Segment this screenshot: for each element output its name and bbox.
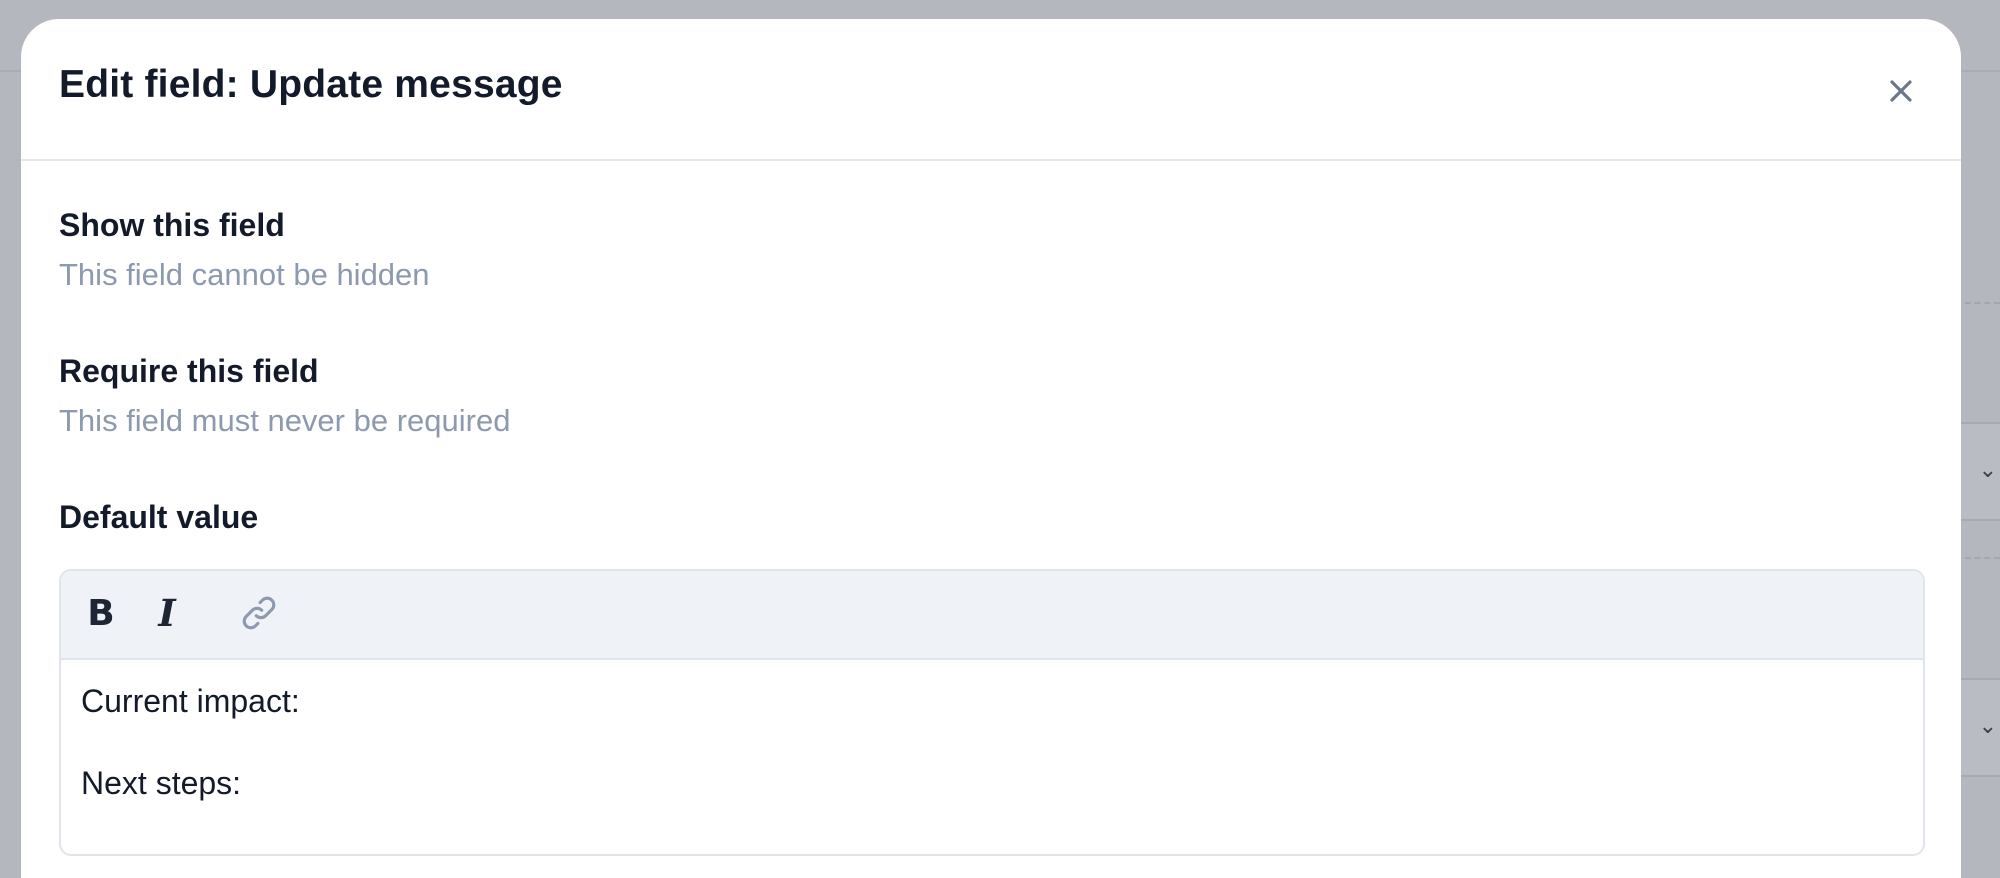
chevron-down-icon: ⌄ [1978, 458, 1997, 483]
italic-icon: I [158, 591, 176, 635]
require-field-label: Require this field [59, 353, 319, 389]
require-field-help: This field must never be required [59, 403, 511, 438]
editor-toolbar: B I [61, 571, 1923, 660]
modal-header: Edit field: Update message [21, 19, 1961, 161]
modal-title: Edit field: Update message [59, 63, 563, 106]
chevron-down-icon: ⌄ [1978, 714, 1997, 739]
close-button[interactable] [1881, 71, 1921, 111]
show-field-help: This field cannot be hidden [59, 257, 430, 292]
show-field-label: Show this field [59, 207, 285, 243]
edit-field-modal: Edit field: Update message Show this fie… [21, 19, 1961, 878]
editor-text-area[interactable]: Current impact: Next steps: [81, 681, 1903, 803]
bold-button[interactable]: B [75, 587, 127, 639]
background-divider [1955, 302, 2000, 304]
background-divider [1955, 557, 2000, 559]
default-value-label: Default value [59, 499, 259, 535]
close-icon [1890, 80, 1912, 102]
bold-icon: B [87, 592, 115, 634]
default-value-editor: B I Current impact: Next steps: [59, 569, 1925, 856]
link-icon [242, 596, 276, 630]
link-button[interactable] [233, 587, 285, 639]
editor-line: Current impact: [81, 683, 300, 719]
editor-line: Next steps: [81, 765, 242, 801]
italic-button[interactable]: I [141, 587, 193, 639]
